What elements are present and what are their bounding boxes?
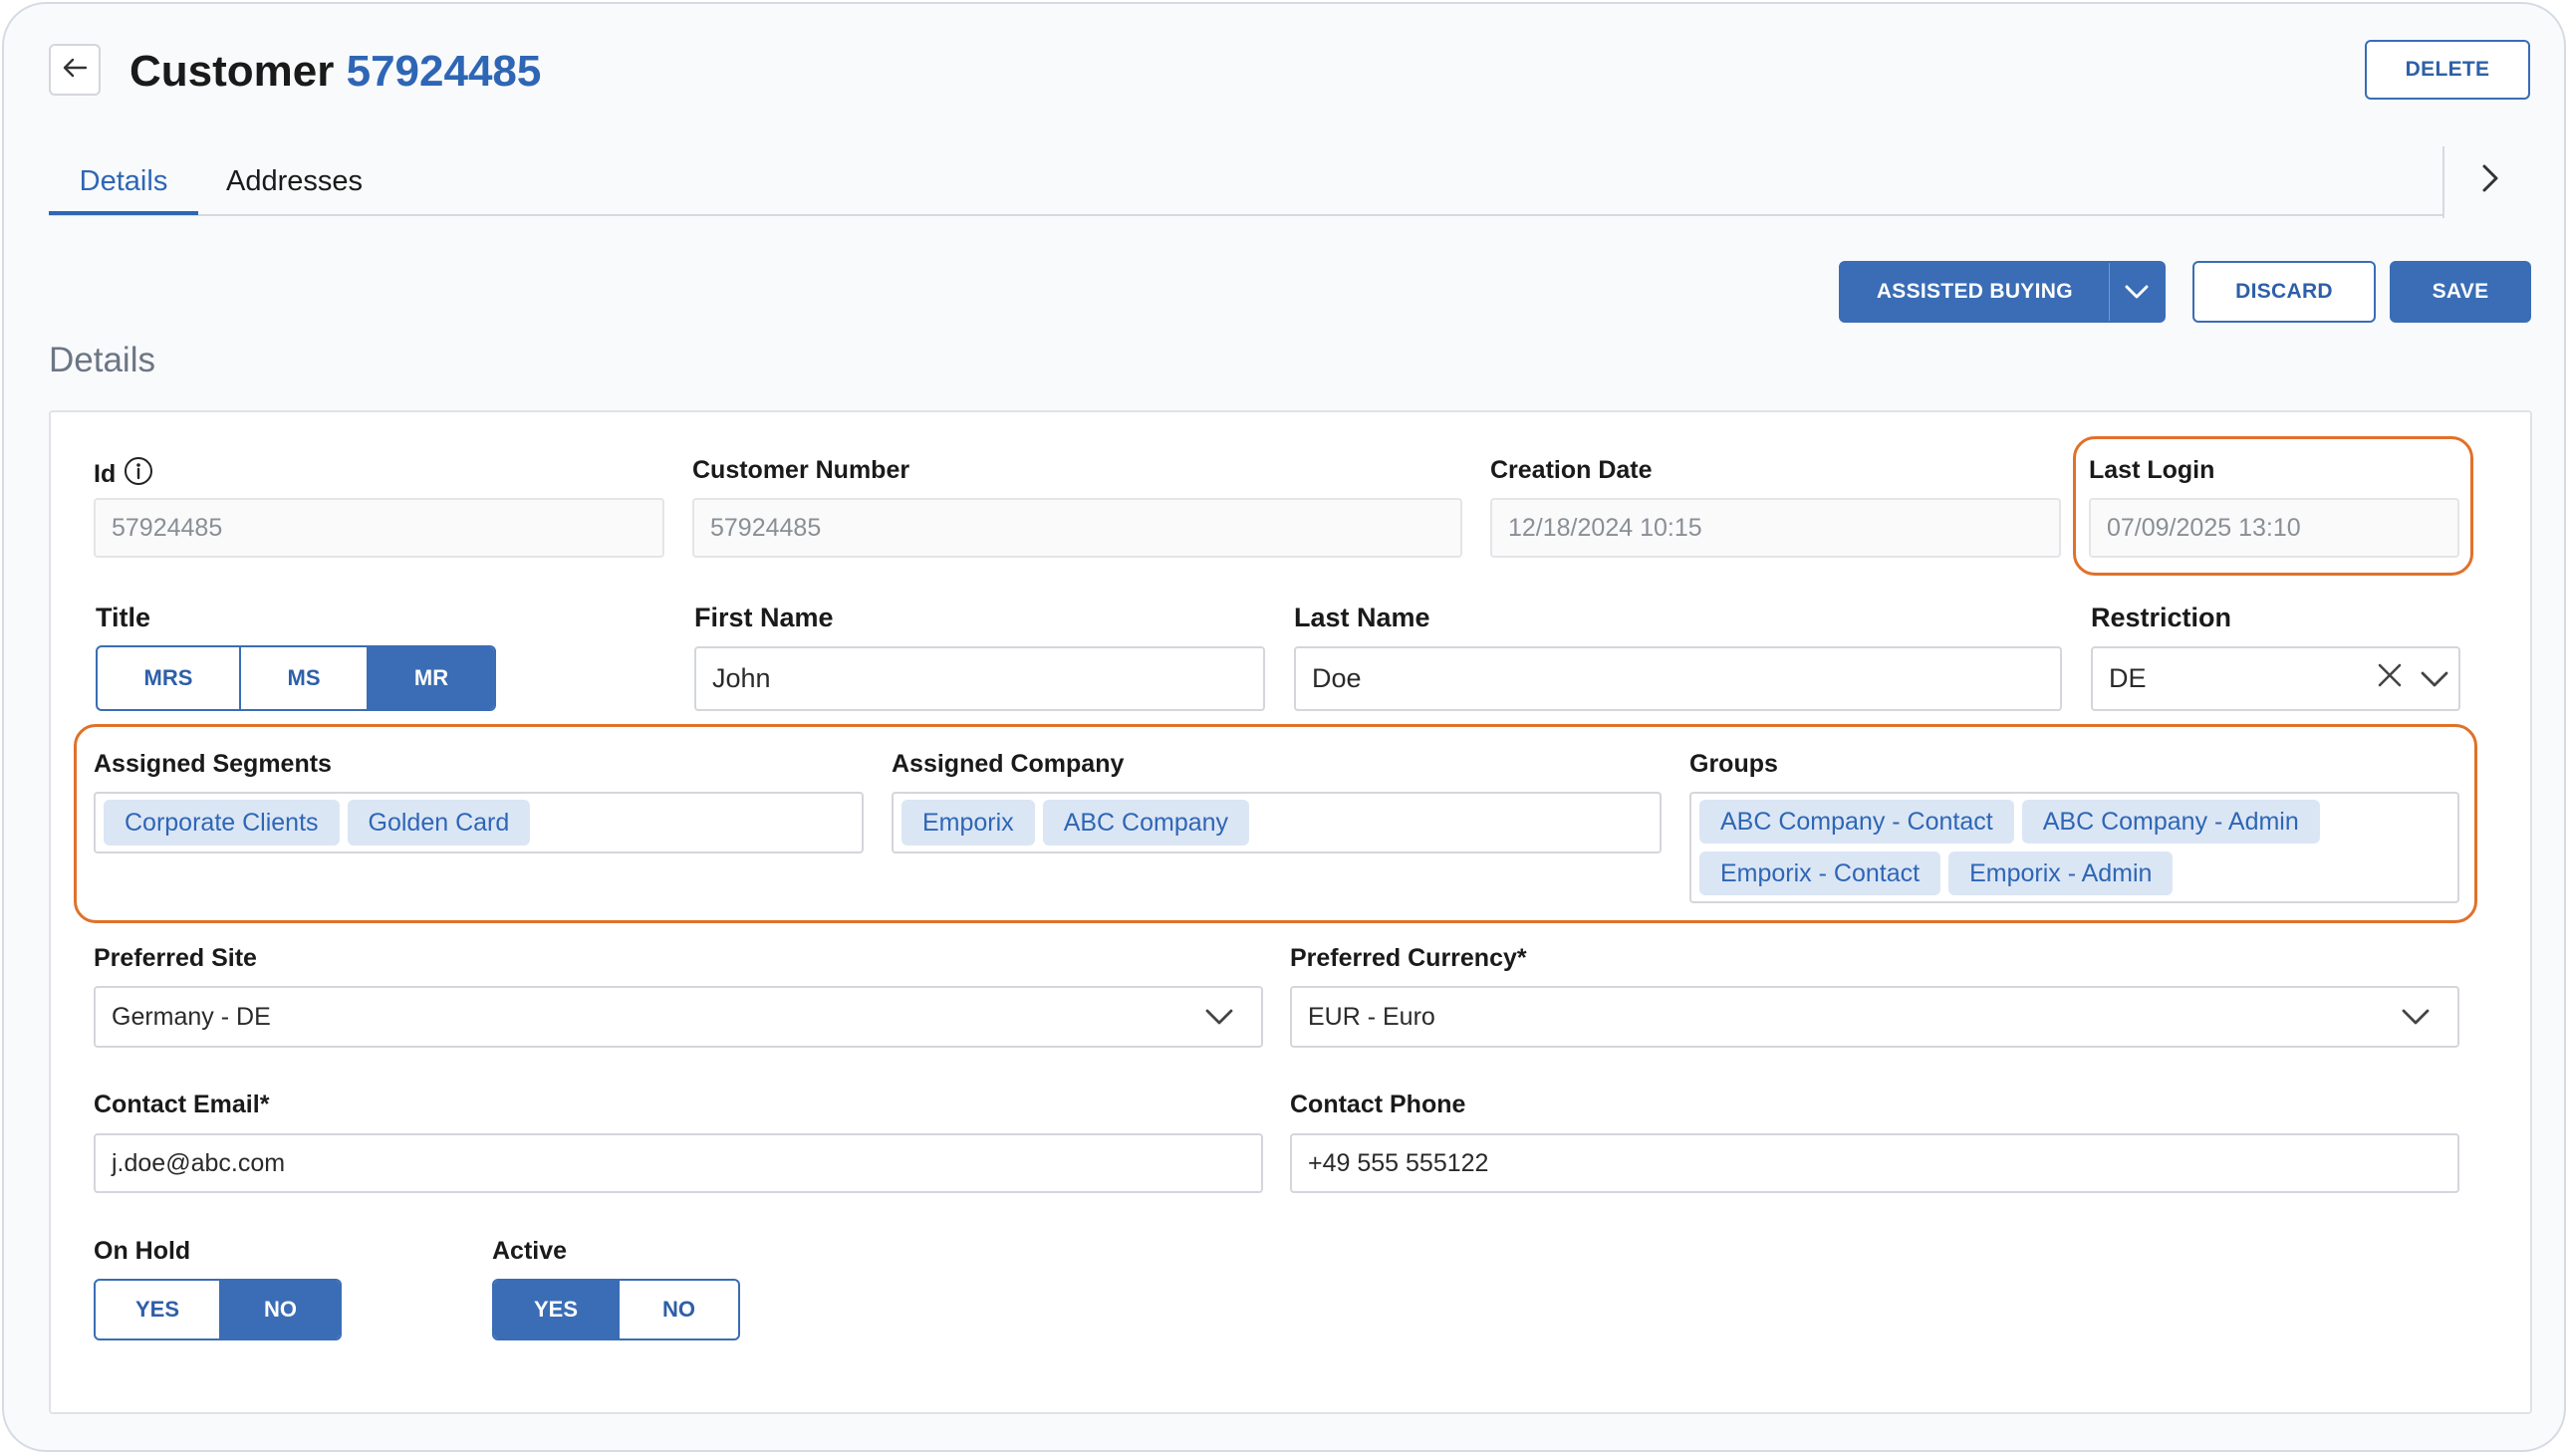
delete-button[interactable]: DELETE bbox=[2365, 40, 2530, 100]
last-login-label: Last Login bbox=[2089, 456, 2215, 484]
tabs-divider bbox=[49, 214, 2442, 216]
restriction-controls bbox=[2377, 648, 2448, 709]
group-chip[interactable]: Emporix - Admin bbox=[1948, 851, 2174, 895]
assigned-segments-label: Assigned Segments bbox=[94, 750, 332, 778]
assisted-buying-label: ASSISTED BUYING bbox=[1876, 280, 2073, 303]
preferred-site-value: Germany - DE bbox=[112, 1002, 271, 1031]
chevron-down-icon[interactable] bbox=[2108, 263, 2164, 321]
chevron-down-icon[interactable] bbox=[1205, 1003, 1233, 1032]
groups-label: Groups bbox=[1689, 750, 1778, 778]
customer-number-field[interactable]: 57924485 bbox=[692, 498, 1462, 558]
active-no[interactable]: NO bbox=[618, 1281, 738, 1338]
creation-date-field[interactable]: 12/18/2024 10:15 bbox=[1490, 498, 2061, 558]
tabs-separator bbox=[2442, 146, 2444, 218]
chevron-right-icon bbox=[2481, 163, 2499, 198]
page-title: Customer 57924485 bbox=[129, 44, 541, 100]
company-chip[interactable]: Emporix bbox=[901, 800, 1035, 846]
company-chip[interactable]: ABC Company bbox=[1042, 800, 1250, 846]
preferred-currency-value: EUR - Euro bbox=[1308, 1002, 1435, 1031]
last-name-input[interactable]: Doe bbox=[1294, 646, 2062, 711]
assigned-company-field[interactable]: Emporix ABC Company bbox=[892, 792, 1662, 853]
contact-phone-input[interactable]: +49 555 555122 bbox=[1290, 1133, 2459, 1193]
preferred-site-select[interactable]: Germany - DE bbox=[94, 986, 1263, 1048]
active-label: Active bbox=[492, 1237, 568, 1265]
first-name-input[interactable]: John bbox=[694, 646, 1265, 711]
on-hold-no[interactable]: NO bbox=[219, 1281, 340, 1338]
assigned-company-label: Assigned Company bbox=[892, 750, 1125, 778]
clear-icon[interactable] bbox=[2377, 662, 2403, 695]
id-field[interactable]: 57924485 bbox=[94, 498, 664, 558]
tab-details[interactable]: Details bbox=[49, 161, 198, 215]
assisted-buying-button[interactable]: ASSISTED BUYING bbox=[1839, 261, 2166, 323]
preferred-site-label: Preferred Site bbox=[94, 944, 257, 972]
contact-email-input[interactable]: j.doe@abc.com bbox=[94, 1133, 1263, 1193]
contact-phone-label: Contact Phone bbox=[1290, 1091, 1466, 1118]
tab-addresses[interactable]: Addresses bbox=[226, 161, 363, 215]
title-option-mrs[interactable]: MRS bbox=[98, 647, 239, 709]
arrow-left-icon bbox=[62, 57, 88, 84]
last-name-label: Last Name bbox=[1294, 603, 1430, 632]
group-chip[interactable]: ABC Company - Admin bbox=[2021, 800, 2320, 844]
app-window: Customer 57924485 DELETE Details Address… bbox=[2, 2, 2566, 1452]
preferred-currency-select[interactable]: EUR - Euro bbox=[1290, 986, 2459, 1048]
title-label: Title bbox=[96, 603, 151, 632]
restriction-select[interactable]: DE bbox=[2091, 646, 2460, 711]
chevron-down-icon[interactable] bbox=[2402, 1003, 2430, 1032]
restriction-value: DE bbox=[2109, 663, 2147, 693]
on-hold-yes[interactable]: YES bbox=[96, 1281, 219, 1338]
assigned-segments-field[interactable]: Corporate Clients Golden Card bbox=[94, 792, 864, 853]
section-title: Details bbox=[49, 341, 155, 379]
segment-chip[interactable]: Golden Card bbox=[347, 800, 531, 846]
chevron-down-icon[interactable] bbox=[2421, 663, 2448, 694]
customer-number-label: Customer Number bbox=[692, 456, 910, 484]
preferred-currency-label: Preferred Currency* bbox=[1290, 944, 1527, 972]
on-hold-toggle: YES NO bbox=[94, 1279, 342, 1340]
info-icon[interactable] bbox=[124, 456, 153, 493]
segment-chip[interactable]: Corporate Clients bbox=[104, 800, 340, 846]
save-button[interactable]: SAVE bbox=[2390, 261, 2531, 323]
first-name-label: First Name bbox=[694, 603, 834, 632]
id-label-wrap: Id bbox=[94, 456, 153, 493]
preferred-currency-controls bbox=[2402, 988, 2430, 1046]
groups-field[interactable]: ABC Company - Contact ABC Company - Admi… bbox=[1689, 792, 2459, 903]
group-chip[interactable]: Emporix - Contact bbox=[1699, 851, 1941, 895]
title-selector: MRS MS MR bbox=[96, 645, 496, 711]
tabs-scroll-right-button[interactable] bbox=[2470, 158, 2510, 202]
on-hold-label: On Hold bbox=[94, 1237, 191, 1265]
page-title-text: Customer bbox=[129, 47, 335, 96]
last-login-field[interactable]: 07/09/2025 13:10 bbox=[2089, 498, 2459, 558]
active-toggle: YES NO bbox=[492, 1279, 740, 1340]
active-yes[interactable]: YES bbox=[494, 1281, 618, 1338]
title-option-ms[interactable]: MS bbox=[239, 647, 367, 709]
customer-number-title: 57924485 bbox=[346, 47, 542, 96]
group-chip[interactable]: ABC Company - Contact bbox=[1699, 800, 2014, 844]
back-button[interactable] bbox=[49, 44, 101, 96]
preferred-site-controls bbox=[1205, 988, 1233, 1046]
creation-date-label: Creation Date bbox=[1490, 456, 1653, 484]
title-option-mr[interactable]: MR bbox=[367, 647, 494, 709]
restriction-label: Restriction bbox=[2091, 603, 2232, 632]
contact-email-label: Contact Email* bbox=[94, 1091, 270, 1118]
discard-button[interactable]: DISCARD bbox=[2192, 261, 2376, 323]
id-label: Id bbox=[94, 460, 117, 488]
